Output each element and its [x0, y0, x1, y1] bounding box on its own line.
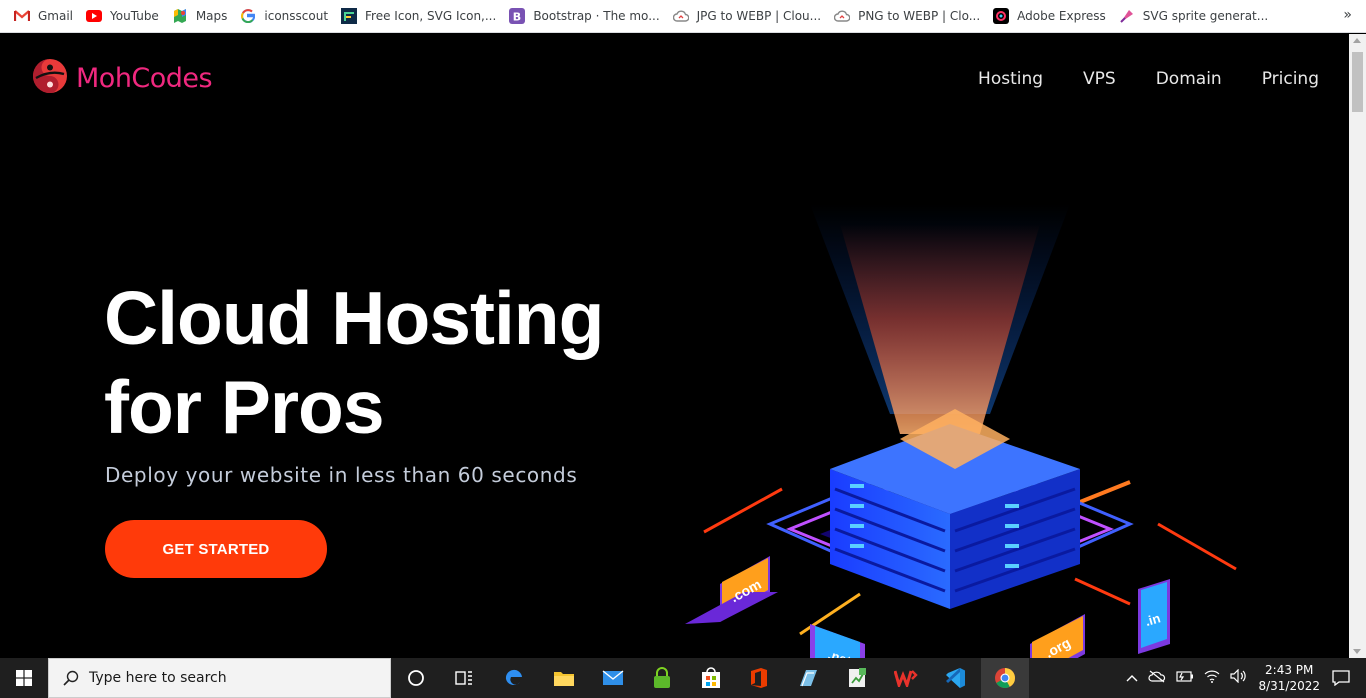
page-scrollbar[interactable]	[1349, 34, 1366, 658]
chrome-icon[interactable]	[981, 658, 1029, 698]
flaticon-icon	[341, 8, 358, 24]
adobe-express-icon	[993, 8, 1010, 24]
bookmark-youtube[interactable]: YouTube	[80, 3, 166, 29]
bookmark-svg-sprite[interactable]: SVG sprite generat...	[1113, 3, 1275, 29]
battery-icon[interactable]	[1176, 669, 1194, 687]
search-placeholder: Type here to search	[89, 670, 227, 686]
bookmark-flaticon[interactable]: Free Icon, SVG Icon,...	[335, 3, 503, 29]
bookmark-label: Adobe Express	[1017, 9, 1106, 23]
mail-icon[interactable]	[589, 658, 637, 698]
phone-in-graphic: .in	[1138, 579, 1170, 654]
laptop-org-graphic: .org	[1030, 614, 1085, 658]
cortana-icon[interactable]	[392, 658, 440, 698]
bookmark-maps[interactable]: Maps	[166, 3, 235, 29]
clock-date: 8/31/2022	[1258, 679, 1320, 693]
laptop-com-graphic: .com	[685, 556, 778, 624]
bookmark-jpg-to-webp[interactable]: JPG to WEBP | Clou...	[667, 3, 828, 29]
onedrive-offline-icon[interactable]	[1148, 669, 1166, 688]
bookmark-label: Gmail	[38, 9, 74, 23]
bookmark-label: Bootstrap · The mo...	[533, 9, 660, 23]
main-nav: Hosting VPS Domain Pricing	[978, 69, 1319, 89]
nav-vps[interactable]: VPS	[1083, 69, 1116, 89]
scrollbar-thumb[interactable]	[1352, 52, 1363, 112]
store-icon[interactable]	[687, 658, 735, 698]
search-icon	[63, 670, 79, 686]
bookmark-label: PNG to WEBP | Clo...	[858, 9, 981, 23]
taskbar-clock[interactable]: 2:43 PM 8/31/2022	[1258, 662, 1320, 694]
taskbar-search-box[interactable]: Type here to search	[48, 658, 391, 698]
hero-title: Cloud Hosting for Pros	[104, 274, 604, 452]
cloudconvert-icon	[834, 8, 851, 24]
scroll-up-arrow-icon[interactable]	[1353, 38, 1361, 43]
site-logo[interactable]: MohCodes	[32, 58, 213, 99]
bookmark-label: SVG sprite generat...	[1142, 9, 1269, 23]
bookmark-label: JPG to WEBP | Clou...	[696, 9, 822, 23]
bookmark-adobe-express[interactable]: Adobe Express	[987, 3, 1113, 29]
nav-hosting[interactable]: Hosting	[978, 69, 1043, 89]
bookmark-label: YouTube	[110, 9, 159, 23]
start-button[interactable]	[0, 658, 48, 698]
maps-icon	[172, 8, 188, 24]
show-hidden-icons-chevron-icon[interactable]	[1126, 669, 1138, 687]
file-explorer-icon[interactable]	[540, 658, 588, 698]
bookmarks-overflow-button[interactable]: »	[1343, 7, 1352, 23]
hero-title-line2: for Pros	[104, 365, 385, 449]
hero-title-line1: Cloud Hosting	[104, 276, 604, 360]
wps-office-icon[interactable]	[882, 658, 930, 698]
notification-center-icon[interactable]	[1332, 670, 1350, 686]
vscode-icon[interactable]	[931, 658, 979, 698]
bookmark-label: Maps	[195, 9, 228, 23]
wifi-icon[interactable]	[1204, 669, 1220, 688]
nav-pricing[interactable]: Pricing	[1262, 69, 1319, 89]
nav-domain[interactable]: Domain	[1156, 69, 1222, 89]
editor-app-icon[interactable]	[833, 658, 881, 698]
bookmark-png-to-webp[interactable]: PNG to WEBP | Clo...	[828, 3, 987, 29]
notes-app-icon[interactable]	[784, 658, 832, 698]
bookmark-label: Free Icon, SVG Icon,...	[365, 9, 497, 23]
edge-browser-icon[interactable]	[490, 658, 538, 698]
system-tray: 2:43 PM 8/31/2022	[1126, 658, 1366, 698]
bookmark-gmail[interactable]: Gmail	[8, 3, 80, 29]
bootstrap-icon: B	[509, 8, 526, 24]
volume-icon[interactable]	[1230, 668, 1248, 688]
youtube-icon	[86, 8, 103, 24]
office-icon[interactable]	[735, 658, 783, 698]
scroll-down-arrow-icon[interactable]	[1353, 649, 1361, 654]
windows-taskbar: Type here to search 2:43 PM 8/31/2022	[0, 658, 1366, 698]
cloudconvert-icon	[672, 8, 689, 24]
page-viewport: MohCodes Hosting VPS Domain Pricing Clou…	[0, 34, 1349, 658]
bookmarks-bar: Gmail YouTube Maps iconsscout Free Icon,…	[0, 0, 1366, 33]
tablet-net-graphic: .net	[810, 624, 865, 658]
bookmark-bootstrap[interactable]: B Bootstrap · The mo...	[503, 3, 666, 29]
vpn-lock-icon[interactable]	[638, 658, 686, 698]
get-started-button[interactable]: GET STARTED	[105, 520, 327, 578]
svg-text:B: B	[513, 11, 521, 24]
brand-name: MohCodes	[76, 63, 213, 94]
task-view-icon[interactable]	[440, 658, 488, 698]
clock-time: 2:43 PM	[1265, 663, 1314, 677]
server-illustration: .com .net .org .in	[685, 204, 1237, 658]
bookmark-label: iconsscout	[264, 9, 329, 23]
bookmark-iconsscout[interactable]: iconsscout	[234, 3, 335, 29]
yin-yang-icon	[32, 58, 68, 99]
hero-subtitle: Deploy your website in less than 60 seco…	[105, 463, 578, 487]
google-icon	[240, 8, 256, 24]
windows-logo-icon	[16, 670, 32, 686]
svg-sprite-icon	[1119, 8, 1135, 24]
gmail-icon	[14, 8, 30, 24]
